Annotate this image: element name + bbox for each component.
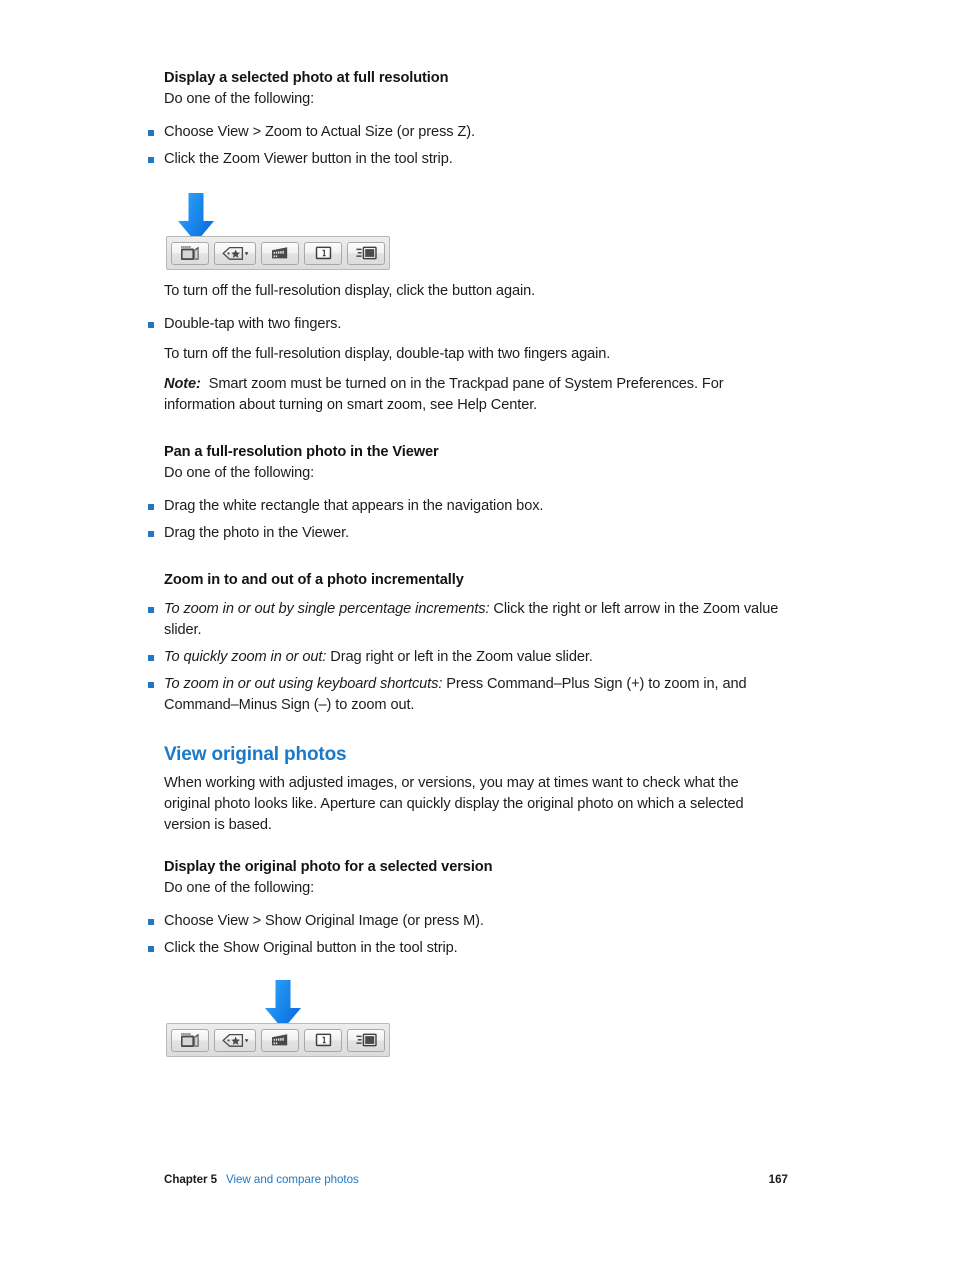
primary-only-button[interactable] xyxy=(304,241,342,265)
list-item: Click the Show Original button in the to… xyxy=(148,938,784,959)
tool-strip xyxy=(166,1023,390,1058)
show-original-button[interactable] xyxy=(261,241,299,265)
list-item: Click the Zoom Viewer button in the tool… xyxy=(148,149,784,170)
bullet-square-icon xyxy=(148,530,154,537)
zoom-viewer-button[interactable] xyxy=(171,1028,209,1052)
intro-display-original: Do one of the following: xyxy=(164,880,315,897)
footer-chapter-label: Chapter 5 xyxy=(164,1173,218,1186)
note-text: Smart zoom must be turned on in the Trac… xyxy=(164,376,724,413)
primary-only-button[interactable] xyxy=(304,1028,342,1052)
list-item-text: To zoom in or out by single percentage i… xyxy=(164,599,784,641)
subsection-display-original: Display the original photo for a selecte… xyxy=(148,857,784,1059)
note-label: Note: xyxy=(164,376,201,392)
subhead-full-resolution: Display a selected photo at full resolut… xyxy=(164,70,449,86)
section-view-original-photos: View original photos When working with a… xyxy=(164,742,784,835)
rating-button[interactable] xyxy=(214,1028,256,1052)
list-item-text: Drag the photo in the Viewer. xyxy=(164,525,350,541)
rating-button[interactable] xyxy=(214,241,256,265)
list-item-text: Click the Zoom Viewer button in the tool… xyxy=(164,151,453,167)
page-footer: Chapter 5 View and compare photos 167 xyxy=(164,1173,788,1186)
list-item-text: To zoom in or out using keyboard shortcu… xyxy=(164,674,784,716)
show-original-button[interactable] xyxy=(261,1028,299,1052)
subhead-pan: Pan a full-resolution photo in the Viewe… xyxy=(164,444,439,460)
body-view-original: When working with adjusted images, or ve… xyxy=(164,775,744,833)
bullet-square-icon xyxy=(148,681,154,688)
bullet-square-icon xyxy=(148,654,154,661)
figure-zoom-viewer-toolstrip xyxy=(166,192,392,272)
list-item: Choose View > Show Original Image (or pr… xyxy=(148,911,784,932)
list-item: Drag the white rectangle that appears in… xyxy=(148,496,784,517)
page-title: View original photos xyxy=(164,744,347,765)
para-turn-off-double-tap: To turn off the full-resolution display,… xyxy=(164,346,611,362)
bullet-square-icon xyxy=(148,503,154,510)
list-item-rest: Drag right or left in the Zoom value sli… xyxy=(326,649,593,665)
list-item-text: Choose View > Zoom to Actual Size (or pr… xyxy=(164,124,475,140)
list-item: Choose View > Zoom to Actual Size (or pr… xyxy=(148,122,784,143)
list-item-text: To quickly zoom in or out: Drag right or… xyxy=(164,647,784,668)
list-item-text: Double-tap with two fingers. xyxy=(164,316,342,332)
document-page: Display a selected photo at full resolut… xyxy=(0,0,954,1265)
subsection-pan: Pan a full-resolution photo in the Viewe… xyxy=(148,442,784,544)
intro-full-resolution: Do one of the following: xyxy=(164,91,315,107)
page-content: Display a selected photo at full resolut… xyxy=(148,68,784,1059)
figure-show-original-toolstrip xyxy=(166,979,392,1059)
tool-strip xyxy=(166,236,390,270)
list-item: To zoom in or out by single percentage i… xyxy=(148,599,784,641)
list-item-text: Click the Show Original button in the to… xyxy=(164,940,458,957)
bullet-square-icon xyxy=(148,129,154,136)
bullet-square-icon xyxy=(148,321,154,328)
list-item: To quickly zoom in or out: Drag right or… xyxy=(148,647,784,668)
viewer-mode-button[interactable] xyxy=(347,241,385,265)
para-turn-off-full-resolution: To turn off the full-resolution display,… xyxy=(164,283,536,299)
footer-chapter-title-link[interactable]: View and compare photos xyxy=(226,1173,359,1186)
subhead-zoom-increments: Zoom in to and out of a photo incrementa… xyxy=(164,572,464,588)
subsection-full-resolution: Display a selected photo at full resolut… xyxy=(148,68,784,416)
bullet-square-icon xyxy=(148,156,154,163)
list-item: Double-tap with two fingers. xyxy=(148,314,784,335)
list-item-text: Choose View > Show Original Image (or pr… xyxy=(164,913,484,930)
bullet-square-icon xyxy=(148,918,154,925)
bullet-square-icon xyxy=(148,606,154,613)
viewer-mode-button[interactable] xyxy=(347,1028,385,1052)
list-item-lead-in: To zoom in or out by single percentage i… xyxy=(164,601,490,617)
note-smart-zoom: Note: Smart zoom must be turned on in th… xyxy=(164,374,784,416)
zoom-viewer-button[interactable] xyxy=(171,241,209,265)
footer-page-number: 167 xyxy=(768,1173,788,1186)
list-item: To zoom in or out using keyboard shortcu… xyxy=(148,674,784,716)
list-item-lead-in: To quickly zoom in or out: xyxy=(164,649,327,665)
list-item-lead-in: To zoom in or out using keyboard shortcu… xyxy=(164,676,443,692)
bullet-square-icon xyxy=(148,945,154,952)
list-item: Drag the photo in the Viewer. xyxy=(148,523,784,544)
intro-pan: Do one of the following: xyxy=(164,465,315,481)
subhead-display-original: Display the original photo for a selecte… xyxy=(164,859,493,876)
subsection-zoom-increments: Zoom in to and out of a photo incrementa… xyxy=(148,570,784,716)
list-item-text: Drag the white rectangle that appears in… xyxy=(164,498,544,514)
